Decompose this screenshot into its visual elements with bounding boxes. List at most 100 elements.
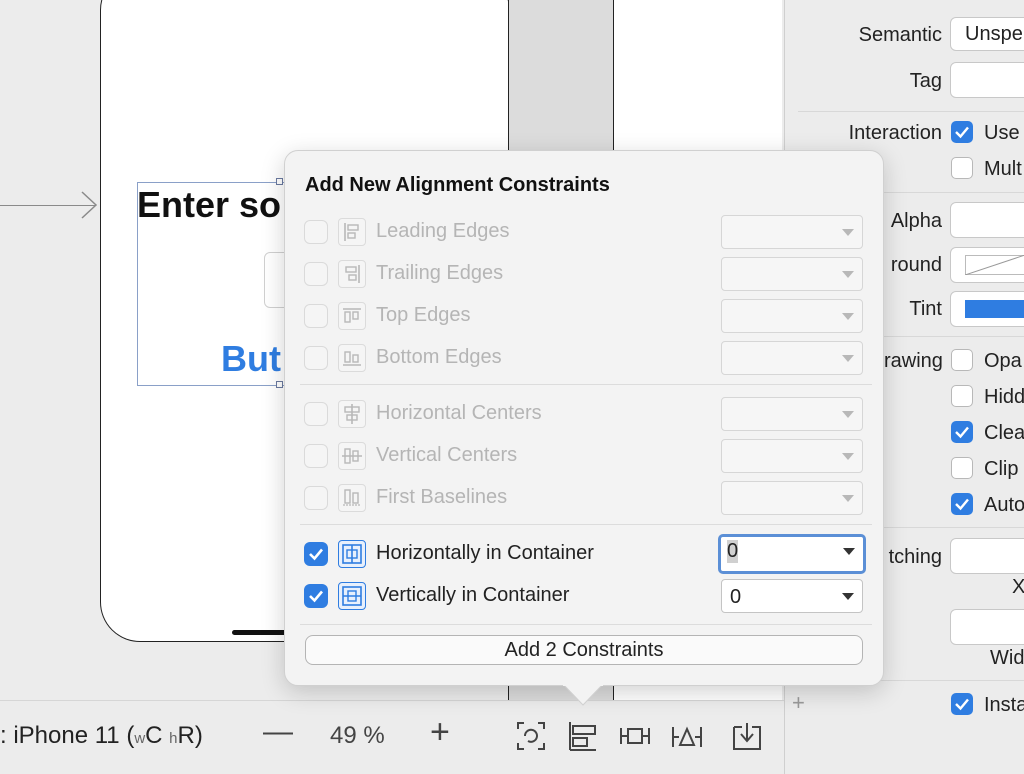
horizontal-centers-checkbox[interactable] (304, 402, 328, 426)
vertically-in-container-label: Vertically in Container (376, 584, 570, 606)
align-icon[interactable] (566, 719, 600, 753)
hidden-checkbox[interactable] (951, 385, 973, 407)
zoom-in-button[interactable]: + (430, 713, 450, 752)
installed-label: Insta (984, 694, 1024, 716)
refresh-constraints-icon[interactable] (514, 719, 548, 753)
horizontally-in-container-label: Horizontally in Container (376, 542, 594, 564)
clears-graphics-checkbox[interactable] (951, 421, 973, 443)
trailing-edges-offset-select[interactable] (721, 257, 863, 291)
leading-edges-offset-select[interactable] (721, 215, 863, 249)
size-class-r: R) (177, 722, 203, 749)
vertical-centers-offset-select[interactable] (721, 439, 863, 473)
vertically-in-container-icon (338, 582, 366, 610)
top-edges-checkbox[interactable] (304, 304, 328, 328)
entry-point-arrow-icon (81, 191, 98, 219)
vertically-in-container-offset-select[interactable]: 0 (721, 579, 863, 613)
tag-label: Tag (909, 70, 942, 92)
autoresize-label: Auto (984, 494, 1024, 516)
trailing-edges-label: Trailing Edges (376, 262, 504, 284)
embed-in-icon[interactable] (730, 719, 764, 753)
alpha-label: Alpha (890, 210, 942, 232)
tint-color-well[interactable] (950, 291, 1024, 327)
resize-handle[interactable] (276, 381, 283, 388)
horizontally-in-container-checkbox[interactable] (304, 542, 328, 566)
divider (884, 192, 1024, 193)
stretching-width-field[interactable] (950, 609, 1024, 645)
home-indicator (232, 630, 292, 635)
semantic-value: Unspe (965, 23, 1023, 45)
bottom-edges-offset-select[interactable] (721, 341, 863, 375)
resolve-issues-icon[interactable] (670, 719, 704, 753)
semantic-popup[interactable]: Unspe (950, 17, 1024, 51)
horizontal-centers-label: Horizontal Centers (376, 402, 542, 424)
multiple-touch-label: Mult (984, 158, 1022, 180)
chevron-down-icon (843, 548, 855, 555)
trailing-edges-icon (338, 260, 366, 288)
opaque-label: Opa (984, 350, 1022, 372)
first-baselines-label: First Baselines (376, 486, 508, 508)
user-interaction-checkbox[interactable] (951, 121, 973, 143)
tint-label: Tint (909, 298, 942, 320)
size-class-w: w (134, 730, 146, 747)
leading-edges-label: Leading Edges (376, 220, 510, 242)
alpha-field[interactable] (950, 202, 1024, 238)
x-label: X (1012, 576, 1024, 598)
chevron-down-icon (842, 453, 854, 460)
autoresize-checkbox[interactable] (951, 493, 973, 515)
add-constraints-button[interactable]: Add 2 Constraints (305, 635, 863, 665)
popover-arrow (563, 684, 603, 706)
trailing-edges-checkbox[interactable] (304, 262, 328, 286)
stretching-label: tching (888, 546, 942, 568)
chevron-down-icon (842, 593, 854, 600)
divider (798, 111, 1024, 112)
divider (300, 384, 872, 385)
tint-swatch (965, 300, 1024, 318)
horizontal-centers-offset-select[interactable] (721, 397, 863, 431)
size-class-h: h (169, 730, 178, 747)
opaque-checkbox[interactable] (951, 349, 973, 371)
popover-title: Add New Alignment Constraints (305, 174, 610, 196)
leading-edges-icon (338, 218, 366, 246)
horizontal-centers-icon (338, 400, 366, 428)
resize-handle[interactable] (276, 178, 283, 185)
bottom-edges-icon (338, 344, 366, 372)
chevron-down-icon (842, 411, 854, 418)
chevron-down-icon (842, 355, 854, 362)
background-label: round (890, 254, 942, 276)
first-baselines-offset-select[interactable] (721, 481, 863, 515)
interaction-label: Interaction (848, 122, 942, 144)
horizontally-in-container-offset-select[interactable]: 0 (718, 534, 866, 574)
pin-icon[interactable] (618, 719, 652, 753)
vertical-centers-icon (338, 442, 366, 470)
installed-checkbox[interactable] (951, 693, 973, 715)
background-color-well[interactable] (950, 247, 1024, 283)
divider (300, 624, 872, 625)
first-baselines-icon (338, 484, 366, 512)
clears-graphics-label: Clea (984, 422, 1024, 444)
multiple-touch-checkbox[interactable] (951, 157, 973, 179)
top-edges-icon (338, 302, 366, 330)
leading-edges-checkbox[interactable] (304, 220, 328, 244)
device-name: : iPhone 11 ( (0, 722, 135, 749)
semantic-label: Semantic (858, 24, 942, 46)
zoom-out-button[interactable]: — (263, 715, 293, 749)
add-variation-button[interactable]: + (792, 690, 805, 716)
bottom-edges-label: Bottom Edges (376, 346, 502, 368)
first-baselines-checkbox[interactable] (304, 486, 328, 510)
device-config-button[interactable]: : iPhone 11 (wC hR) (0, 722, 203, 750)
width-label: Wid (990, 647, 1024, 669)
divider (300, 524, 872, 525)
bottom-edges-checkbox[interactable] (304, 346, 328, 370)
chevron-down-icon (842, 313, 854, 320)
vertically-in-container-checkbox[interactable] (304, 584, 328, 608)
zoom-level: 49 % (330, 722, 385, 749)
clip-to-bounds-checkbox[interactable] (951, 457, 973, 479)
stretching-x-field[interactable] (950, 538, 1024, 574)
clip-to-bounds-label: Clip (984, 458, 1019, 480)
tag-field[interactable] (950, 62, 1024, 98)
no-color-swatch-icon (965, 255, 1024, 275)
top-edges-offset-select[interactable] (721, 299, 863, 333)
chevron-down-icon (842, 229, 854, 236)
vertical-centers-checkbox[interactable] (304, 444, 328, 468)
top-edges-label: Top Edges (376, 304, 471, 326)
